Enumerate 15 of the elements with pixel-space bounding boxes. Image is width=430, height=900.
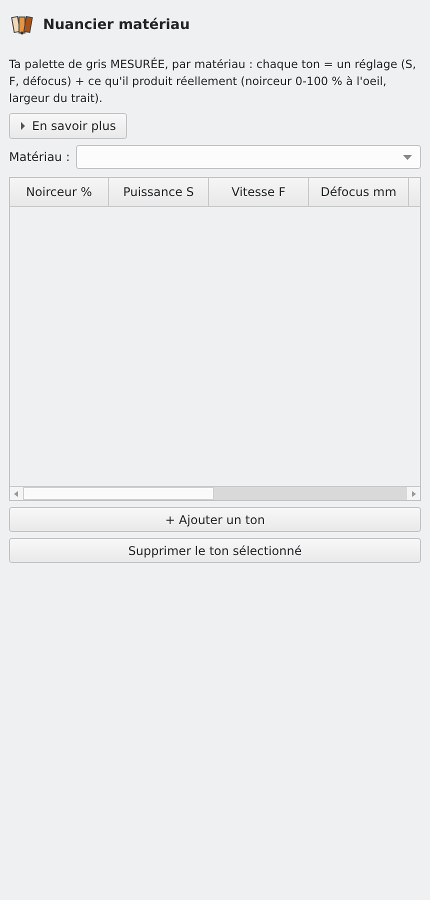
color-swatch-fan-icon [11, 15, 35, 35]
column-header[interactable]: Puissance S [109, 178, 209, 207]
material-label: Matériau : [9, 150, 70, 164]
horizontal-scrollbar[interactable] [10, 486, 420, 500]
delete-tone-button[interactable]: Supprimer le ton sélectionné [9, 538, 421, 563]
collapsed-caret-icon [20, 122, 26, 130]
material-dropdown[interactable] [76, 145, 421, 169]
description-text: Ta palette de gris MESURÉE, par matériau : chaque ton = un réglage (S, F, défocus) + ce qu'il produit réellement (noirceur 0-100 % à l'oeil, largeur du trait). [9, 56, 418, 107]
learn-more-button[interactable]: En savoir plus [9, 113, 127, 139]
column-header[interactable]: Vitesse F [209, 178, 309, 207]
dropdown-arrow-icon [403, 154, 412, 160]
column-header[interactable]: Noirceur % [10, 178, 109, 207]
add-tone-button[interactable]: + Ajouter un ton [9, 507, 421, 532]
panel-title: Nuancier matériau [43, 17, 190, 33]
column-header[interactable]: Défocus mm [309, 178, 409, 207]
